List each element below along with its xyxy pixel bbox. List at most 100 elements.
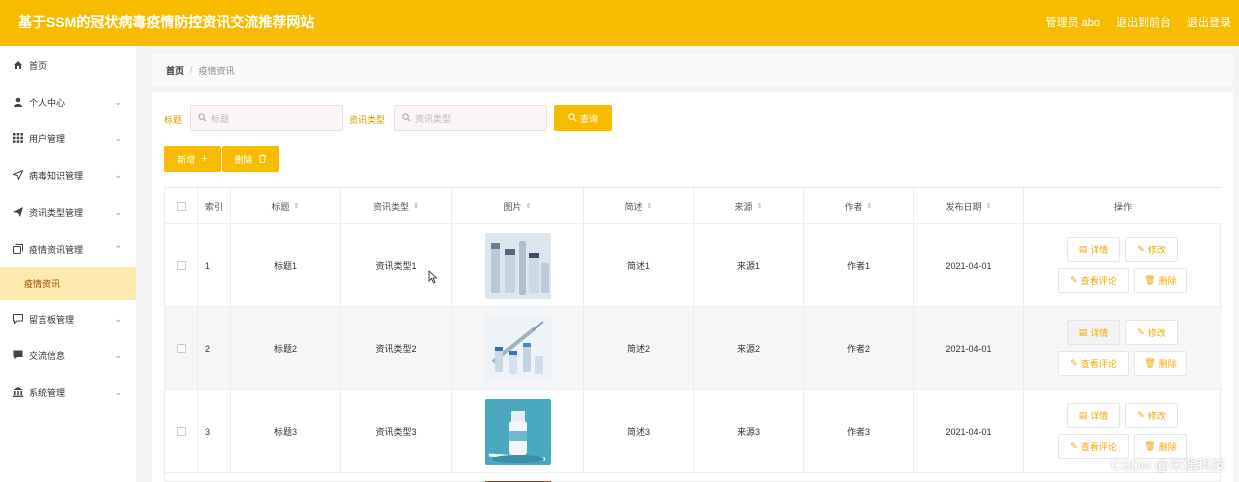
admin-label[interactable]: 管理员 abo [1046, 14, 1100, 30]
edit-button[interactable]: ✎ 修改 [1125, 320, 1178, 345]
col-actions-label: 操作 [1113, 201, 1132, 212]
row-actions-cell: ▤ 详情 ✎ 修改 ✎ 查看评论 🗑 删除 [1024, 307, 1222, 390]
trash-icon: 🗑 [1144, 358, 1156, 368]
view-comments-label: 查看评论 [1080, 359, 1117, 369]
col-author[interactable]: 作者 ⇕ [804, 188, 914, 224]
col-source[interactable]: 来源 ⇕ [694, 188, 804, 224]
sidebar-item-exchange[interactable]: 交流信息 ⌄ [0, 337, 136, 373]
sort-icon[interactable]: ⇕ [413, 202, 419, 210]
watermark: CSDN @米偶科技 [1111, 457, 1225, 473]
col-title[interactable]: 标题 ⇕ [231, 188, 341, 224]
sidebar-item-virus-knowledge[interactable]: 病毒知识管理 ⌄ [0, 157, 136, 193]
col-image-label: 图片 [503, 201, 522, 212]
col-date-label: 发布日期 [945, 201, 982, 212]
col-image[interactable]: 图片 ⇕ [452, 188, 584, 224]
row-checkbox[interactable] [176, 261, 186, 270]
row-delete-button[interactable]: 🗑 删除 [1134, 351, 1187, 376]
view-comments-button[interactable]: ✎ 查看评论 [1058, 268, 1129, 293]
sidebar-item-profile[interactable]: 个人中心 ⌄ [0, 84, 136, 120]
title-search-placeholder: 标题 [211, 113, 230, 124]
sort-icon[interactable]: ⇕ [867, 202, 873, 210]
row-select-cell [165, 224, 198, 307]
detail-button[interactable]: ▤ 详情 [1067, 237, 1120, 262]
news-table: 索引 标题 ⇕ 资讯类型 ⇕ 图片 ⇕ 简述 ⇕ 来源 ⇕ 作者 ⇕ 发布日期 ⇕ 操作 1 … [164, 187, 1222, 482]
row-image-cell [452, 224, 584, 307]
view-comments-button[interactable]: ✎ 查看评论 [1058, 351, 1129, 376]
sort-icon[interactable]: ⇕ [647, 202, 653, 210]
sort-icon[interactable]: ⇕ [294, 202, 300, 210]
col-summary[interactable]: 简述 ⇕ [584, 188, 694, 224]
table-row: 1 标题1 资讯类型1 简述1 来源1 作者1 2021-04-01 ▤ 详情 ✎… [165, 224, 1222, 307]
row-type: 资讯类型1 [341, 224, 452, 307]
row-delete-button[interactable]: 🗑 删除 [1134, 268, 1187, 293]
search-icon [402, 112, 411, 124]
breadcrumb-current: 疫情资讯 [198, 65, 235, 76]
type-search-input[interactable]: 资讯类型 [394, 105, 547, 131]
edit-icon: ✎ [1070, 441, 1078, 451]
row-select-cell [165, 307, 198, 390]
row-title: 标题1 [231, 224, 341, 307]
edit-icon: ✎ [1070, 275, 1078, 285]
sidebar-item-label: 资讯类型管理 [29, 207, 84, 218]
row-summary: 简述2 [584, 307, 694, 390]
sidebar-subitem-epidemic-news[interactable]: 疫情资讯 [0, 267, 136, 300]
add-button[interactable]: 新增 + [164, 146, 221, 172]
send-icon [12, 169, 24, 181]
detail-button-label: 详情 [1090, 328, 1109, 338]
logout-link[interactable]: 退出登录 [1187, 14, 1231, 30]
detail-button-label: 详情 [1090, 245, 1109, 255]
to-front-link[interactable]: 退出到前台 [1116, 14, 1171, 30]
breadcrumb-separator: / [190, 65, 193, 75]
col-type[interactable]: 资讯类型 ⇕ [341, 188, 452, 224]
sidebar-item-epidemic-news[interactable]: 疫情资讯管理 ⌃ [0, 231, 136, 267]
col-index: 索引 [198, 188, 231, 224]
sort-icon[interactable]: ⇕ [757, 202, 763, 210]
table-row [165, 473, 1222, 482]
row-index: 2 [198, 307, 231, 390]
row-checkbox[interactable] [176, 344, 186, 353]
trash-icon: 🗑 [1144, 275, 1156, 285]
chevron-down-icon: ⌄ [114, 313, 122, 324]
sidebar-item-users[interactable]: 用户管理 ⌄ [0, 120, 136, 156]
search-button[interactable]: 查询 [554, 105, 612, 131]
sidebar-item-label: 用户管理 [29, 133, 66, 144]
chevron-down-icon: ⌄ [114, 132, 122, 143]
edit-button[interactable]: ✎ 修改 [1125, 237, 1178, 262]
copy-icon [12, 243, 24, 255]
row-actions-cell: ▤ 详情 ✎ 修改 ✎ 查看评论 🗑 删除 [1024, 224, 1222, 307]
mouse-cursor-icon [428, 270, 438, 284]
sort-icon[interactable]: ⇕ [526, 202, 532, 210]
edit-button-label: 修改 [1147, 328, 1166, 338]
sidebar-item-home[interactable]: 首页 [0, 47, 136, 83]
delete-button-label: 删除 [234, 154, 253, 165]
type-search-placeholder: 资讯类型 [415, 113, 452, 124]
row-title: 标题3 [231, 390, 341, 473]
add-button-label: 新增 [177, 154, 196, 165]
edit-icon: ✎ [1137, 410, 1145, 420]
detail-button[interactable]: ▤ 详情 [1067, 320, 1120, 345]
breadcrumb-home[interactable]: 首页 [166, 64, 184, 77]
row-checkbox[interactable] [176, 427, 186, 436]
sidebar-item-system[interactable]: 系统管理 ⌄ [0, 374, 136, 410]
select-all-checkbox[interactable] [176, 201, 186, 211]
row-summary: 简述3 [584, 390, 694, 473]
table-row: 2 标题2 资讯类型2 简述2 来源2 作者2 2021-04-01 ▤ 详情 ✎… [165, 307, 1222, 390]
sidebar-item-label: 系统管理 [29, 387, 66, 398]
row-author: 作者3 [804, 390, 914, 473]
delete-button[interactable]: 删除 [222, 146, 279, 172]
detail-button[interactable]: ▤ 详情 [1067, 403, 1120, 428]
col-index-label: 索引 [204, 201, 223, 212]
bank-icon [12, 386, 24, 398]
sidebar-item-message-board[interactable]: 留言板管理 ⌄ [0, 301, 136, 337]
paper-plane-icon [12, 206, 24, 218]
col-summary-label: 简述 [624, 201, 643, 212]
edit-button[interactable]: ✎ 修改 [1125, 403, 1178, 428]
col-source-label: 来源 [734, 201, 753, 212]
vaccine-syringe-image [484, 315, 551, 382]
sidebar-item-label: 交流信息 [29, 350, 66, 361]
title-search-input[interactable]: 标题 [190, 105, 343, 131]
col-date[interactable]: 发布日期 ⇕ [914, 188, 1024, 224]
sort-icon[interactable]: ⇕ [986, 202, 992, 210]
sidebar-item-news-type[interactable]: 资讯类型管理 ⌄ [0, 194, 136, 230]
select-all-cell [165, 188, 198, 224]
